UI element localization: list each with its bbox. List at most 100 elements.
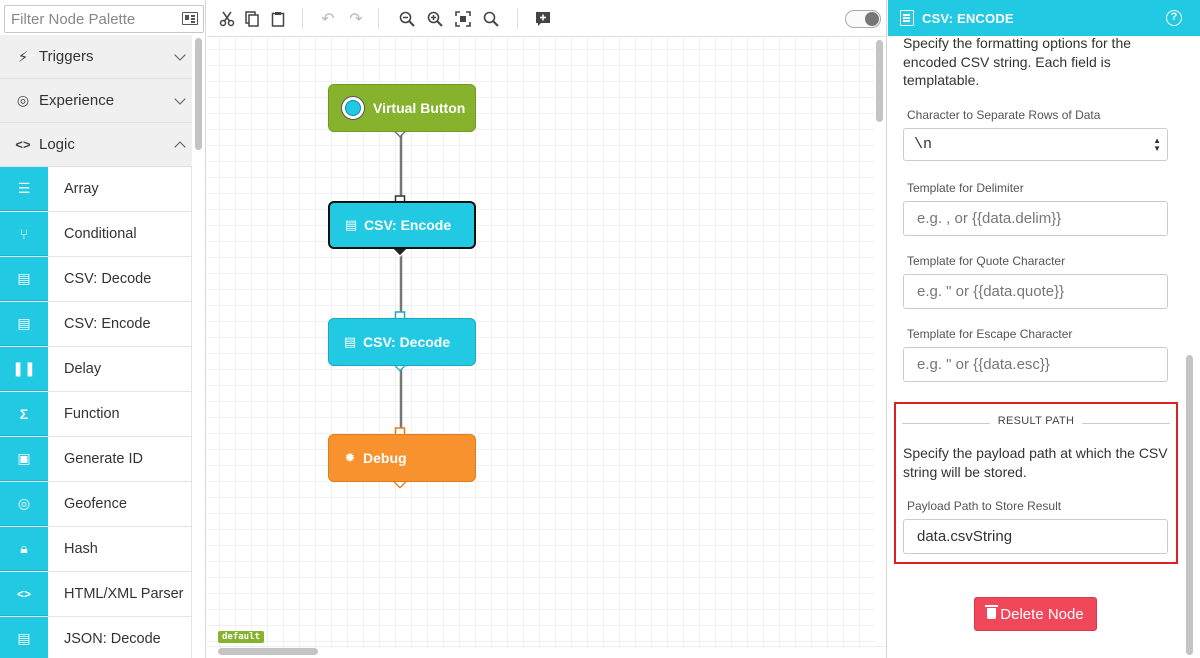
quote-label: Template for Quote Character [907,254,1066,268]
canvas-horizontal-scrollbar[interactable] [218,648,318,655]
select-arrows-icon: ▲ ▼ [1153,136,1161,153]
palette-item-label: Generate ID [64,451,143,467]
node-config-panel: CSV: ENCODE ? Specify the formatting opt… [888,0,1200,658]
result-path-title: RESULT PATH [997,415,1075,427]
code-icon: <> [0,572,48,616]
category-triggers[interactable]: ⚡ Triggers [0,35,192,79]
redo-icon[interactable]: ↷ [346,9,366,29]
pause-icon: ❚❚ [0,347,48,391]
palette-scrollbar[interactable] [195,38,202,150]
document-icon [900,10,914,26]
bolt-icon: ⚡ [17,48,29,66]
debug-toggle[interactable] [845,10,881,28]
palette-item-label: Hash [64,541,98,557]
document-icon: ▤ [0,302,48,346]
toggle-knob [865,12,879,26]
palette-item-label: Function [64,406,120,422]
zoom-reset-icon[interactable] [481,9,501,29]
chevron-down-icon [174,93,186,105]
trash-icon [985,604,999,619]
delimiter-input[interactable] [903,201,1168,236]
node-label: CSV: Encode [364,217,452,233]
add-note-icon[interactable] [533,9,553,29]
panel-title: CSV: ENCODE [922,10,1014,26]
panel-description: Specify the formatting options for the e… [903,35,1132,88]
connection-layer [392,124,408,489]
canvas-vertical-scrollbar[interactable] [876,40,883,122]
node-palette: ⚡ Triggers ◎ Experience <> Logic ☰ Array… [0,0,206,658]
palette-item-delay[interactable]: ❚❚ Delay [0,347,192,392]
list-icon: ☰ [0,167,48,211]
palette-item-generate-id[interactable]: ▣ Generate ID [0,437,192,482]
escape-label: Template for Escape Character [907,327,1073,341]
node-debug[interactable]: ✹ Debug [328,434,476,482]
palette-item-json-decode[interactable]: ▤ JSON: Decode [0,617,192,658]
fit-icon[interactable] [453,9,473,29]
id-card-icon: ▣ [0,437,48,481]
palette-item-label: CSV: Decode [64,271,152,287]
category-label: Triggers [39,48,94,65]
palette-item-csv-encode[interactable]: ▤ CSV: Encode [0,302,192,347]
document-icon: ▤ [343,334,357,349]
node-virtual-button[interactable]: Virtual Button [328,84,476,132]
palette-item-conditional[interactable]: ⑂ Conditional [0,212,192,257]
category-logic[interactable]: <> Logic [0,123,192,167]
target-icon: ◎ [0,482,48,526]
sigma-icon: Σ [0,392,48,436]
lock-icon: 🔒︎ [0,527,48,571]
palette-filter-input[interactable] [5,6,175,32]
code-icon: <> [15,137,31,152]
delete-node-label: Delete Node [1000,605,1084,623]
branch-label: default [218,631,264,643]
palette-item-array[interactable]: ☰ Array [0,167,192,212]
palette-item-label: Delay [64,361,102,377]
chevron-up-icon [174,141,186,153]
escape-input[interactable] [903,347,1168,382]
palette-item-label: Geofence [64,496,127,512]
result-path-description: Specify the payload path at which the CS… [903,445,1168,480]
experience-icon: ◎ [16,92,30,108]
category-label: Experience [39,92,115,109]
undo-icon[interactable]: ↶ [318,9,338,29]
cut-icon[interactable] [217,9,237,29]
node-csv-encode[interactable]: ▤ CSV: Encode [328,201,476,249]
zoom-in-icon[interactable] [425,9,445,29]
virtual-button-icon [341,96,365,120]
chevron-down-icon [174,49,186,61]
palette-item-hash[interactable]: 🔒︎ Hash [0,527,192,572]
palette-view-icon[interactable] [182,12,198,25]
canvas-toolbar: ↶ ↷ [207,0,887,37]
palette-item-label: Array [64,181,99,197]
paste-icon[interactable] [268,9,288,29]
result-path-label: Payload Path to Store Result [907,499,1062,513]
palette-item-function[interactable]: Σ Function [0,392,192,437]
row-separator-select[interactable]: \n ▲ ▼ [903,128,1168,161]
palette-item-label: CSV: Encode [64,316,151,332]
zoom-out-icon[interactable] [397,9,417,29]
palette-item-label: HTML/XML Parser [64,586,184,602]
delete-node-button[interactable]: Delete Node [974,597,1097,631]
palette-item-csv-decode[interactable]: ▤ CSV: Decode [0,257,192,302]
result-path-section: RESULT PATH Specify the payload path at … [894,402,1178,564]
panel-header: CSV: ENCODE ? [888,0,1200,36]
copy-icon[interactable] [242,9,262,29]
category-experience[interactable]: ◎ Experience [0,79,192,123]
node-label: CSV: Decode [363,334,451,350]
branch-icon: ⑂ [0,212,48,256]
category-label: Logic [39,136,75,153]
node-csv-decode[interactable]: ▤ CSV: Decode [328,318,476,366]
help-icon[interactable]: ? [1166,10,1182,26]
panel-scrollbar[interactable] [1186,355,1193,655]
workflow-canvas[interactable]: Virtual Button ▤ CSV: Encode ▤ CSV: Deco… [207,37,874,646]
quote-input[interactable] [903,274,1168,309]
node-label: Debug [363,450,407,466]
palette-filter[interactable] [4,5,204,33]
palette-item-geofence[interactable]: ◎ Geofence [0,482,192,527]
row-separator-value: \n [914,136,933,153]
result-path-input[interactable] [903,519,1168,554]
node-label: Virtual Button [373,100,466,116]
bug-icon: ✹ [344,450,356,465]
delimiter-label: Template for Delimiter [907,181,1024,195]
palette-item-html-xml-parser[interactable]: <> HTML/XML Parser [0,572,192,617]
document-icon: ▤ [0,257,48,301]
